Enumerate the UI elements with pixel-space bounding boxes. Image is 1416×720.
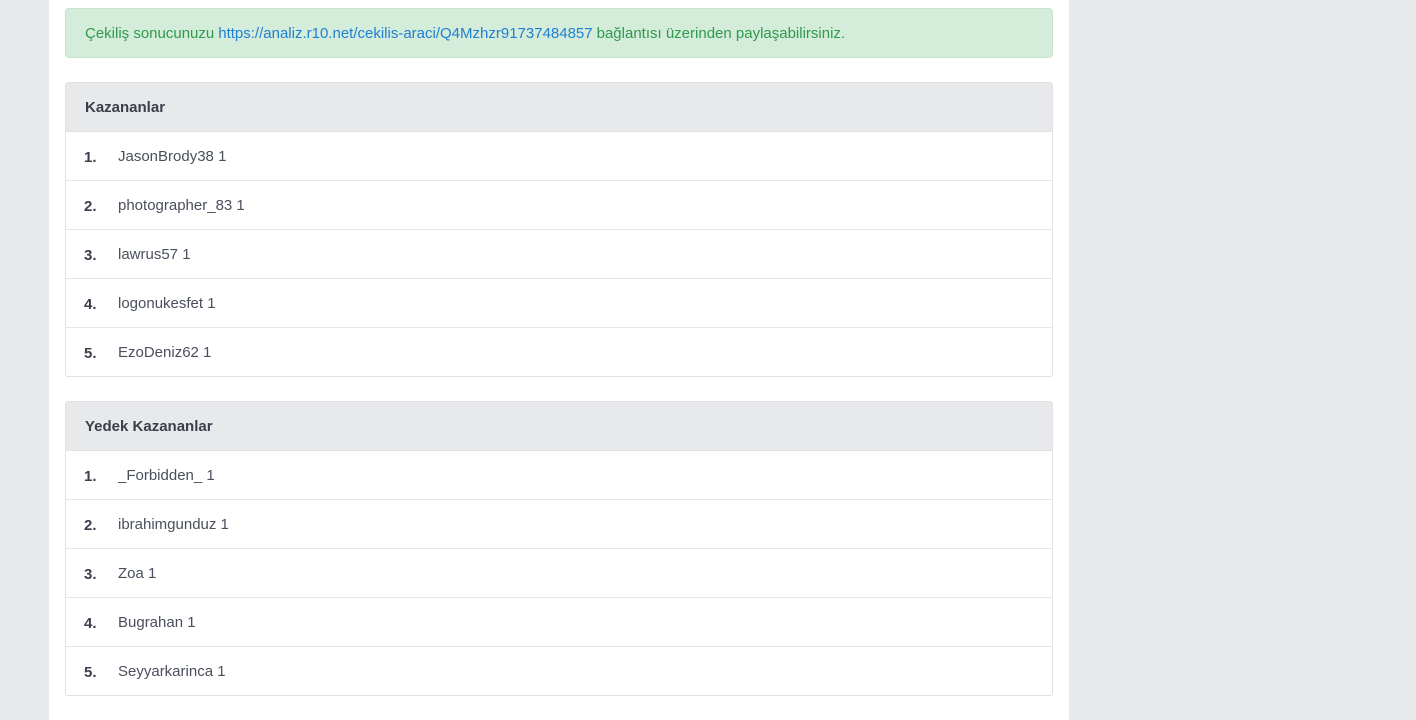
winner-username: logonukesfet 1 (118, 294, 216, 312)
backup-winner-list-item: 5. Seyyarkarinca 1 (66, 647, 1052, 695)
winner-list-item: 4. logonukesfet 1 (66, 279, 1052, 328)
winner-list-item: 3. lawrus57 1 (66, 230, 1052, 279)
winner-list-item: 5. EzoDeniz62 1 (66, 328, 1052, 376)
backup-winner-username: Seyyarkarinca 1 (118, 662, 226, 680)
backup-winner-rank: 5. (84, 663, 97, 681)
winner-rank: 3. (84, 246, 97, 264)
backup-winner-list-item: 1. _Forbidden_ 1 (66, 451, 1052, 500)
winner-username: JasonBrody38 1 (118, 147, 227, 165)
winner-username: photographer_83 1 (118, 196, 245, 214)
winner-rank: 1. (84, 148, 97, 166)
winners-list: 1. JasonBrody38 1 2. photographer_83 1 3… (66, 132, 1052, 376)
winner-rank: 2. (84, 197, 97, 215)
backup-winner-list-item: 4. Bugrahan 1 (66, 598, 1052, 647)
winners-card-header: Kazananlar (66, 83, 1052, 132)
backup-winner-rank: 2. (84, 516, 97, 534)
backup-winner-username: _Forbidden_ 1 (118, 466, 215, 484)
backup-winners-list: 1. _Forbidden_ 1 2. ibrahimgunduz 1 3. Z… (66, 451, 1052, 695)
backup-winners-card: Yedek Kazananlar 1. _Forbidden_ 1 2. ibr… (65, 401, 1053, 696)
share-result-link[interactable]: https://analiz.r10.net/cekilis-araci/Q4M… (218, 25, 592, 42)
share-result-alert: Çekiliş sonucunuzu https://analiz.r10.ne… (65, 8, 1053, 58)
backup-winners-card-header: Yedek Kazananlar (66, 402, 1052, 451)
main-content-panel: Çekiliş sonucunuzu https://analiz.r10.ne… (49, 0, 1069, 720)
backup-winner-username: ibrahimgunduz 1 (118, 515, 229, 533)
backup-winner-username: Zoa 1 (118, 564, 157, 582)
backup-winner-list-item: 3. Zoa 1 (66, 549, 1052, 598)
winner-username: lawrus57 1 (118, 245, 191, 263)
backup-winner-username: Bugrahan 1 (118, 613, 196, 631)
backup-winner-rank: 3. (84, 565, 97, 583)
backup-winner-rank: 1. (84, 467, 97, 485)
backup-winner-rank: 4. (84, 614, 97, 632)
winner-list-item: 1. JasonBrody38 1 (66, 132, 1052, 181)
winner-rank: 4. (84, 295, 97, 313)
backup-winner-list-item: 2. ibrahimgunduz 1 (66, 500, 1052, 549)
winner-list-item: 2. photographer_83 1 (66, 181, 1052, 230)
winner-username: EzoDeniz62 1 (118, 343, 212, 361)
winner-rank: 5. (84, 344, 97, 362)
winners-card: Kazananlar 1. JasonBrody38 1 2. photogra… (65, 82, 1053, 377)
alert-prefix-text: Çekiliş sonucunuzu (85, 24, 215, 42)
alert-suffix-text: bağlantısı üzerinden paylaşabilirsiniz. (596, 24, 846, 42)
